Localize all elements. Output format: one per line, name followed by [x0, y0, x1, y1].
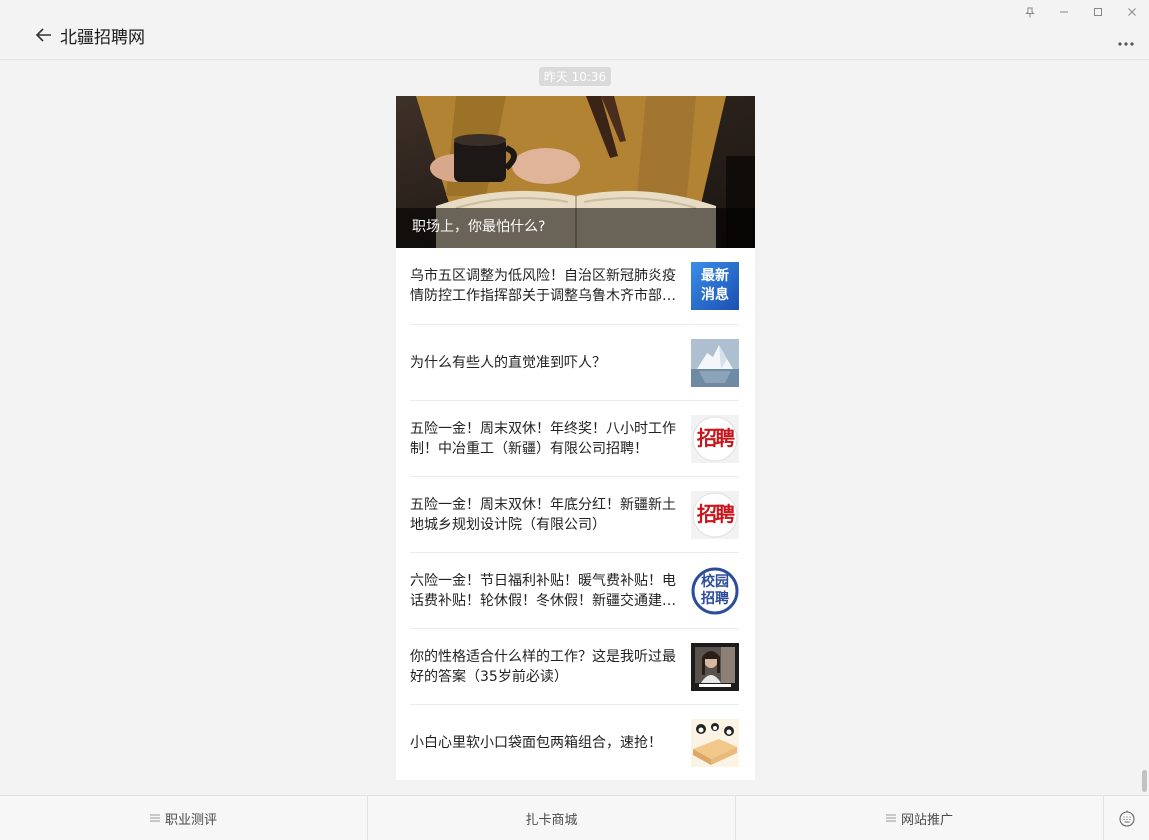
chat-header: 北疆招聘网: [0, 0, 1149, 60]
recruit-seal-thumbnail: 招聘: [691, 491, 739, 539]
badge-text: 最新消息: [701, 268, 729, 303]
more-options-icon[interactable]: [1117, 32, 1135, 52]
keyboard-icon: [1118, 810, 1135, 827]
message-timestamp: 昨天 10:36: [539, 67, 611, 86]
article-title: 乌市五区调整为低风险！自治区新冠肺炎疫情防控工作指挥部关于调整乌鲁木齐市部分区域…: [410, 268, 676, 304]
article-title: 为什么有些人的直觉准到吓人？: [410, 354, 606, 371]
hero-article[interactable]: 职场上，你最怕什么?: [396, 96, 755, 248]
list-item[interactable]: 小白心里软小口袋面包两箱组合，速抢！: [410, 705, 739, 781]
list-item[interactable]: 五险一金！周末双休！年底分红！新疆新土地城乡规划设计院（有限公司） 招聘: [410, 477, 739, 553]
keyboard-toggle[interactable]: [1104, 796, 1149, 840]
article-card: 职场上，你最怕什么? 乌市五区调整为低风险！自治区新冠肺炎疫情防控工作指挥部关于…: [396, 96, 755, 780]
iceberg-thumbnail: [691, 339, 739, 387]
campus-recruit-thumbnail: 校园招聘: [691, 567, 739, 615]
badge-text: 校园招聘: [701, 574, 729, 607]
list-item[interactable]: 六险一金！节日福利补贴！暖气费补贴！电话费补贴！轮休假！冬休假！新疆交通建设集团…: [410, 553, 739, 629]
recruit-seal-thumbnail: 招聘: [691, 415, 739, 463]
page-title: 北疆招聘网: [60, 28, 145, 48]
menu-lines-icon: [885, 814, 896, 822]
article-title: 你的性格适合什么样的工作？这是我听过最好的答案（35岁前必读）: [410, 648, 676, 685]
list-item[interactable]: 五险一金！周末双休！年终奖！八小时工作制！中冶重工（新疆）有限公司招聘！ 招聘: [410, 401, 739, 477]
seal-text: 招聘: [697, 426, 735, 450]
list-item[interactable]: 乌市五区调整为低风险！自治区新冠肺炎疫情防控工作指挥部关于调整乌鲁木齐市部分区域…: [410, 248, 739, 325]
menu-shop[interactable]: 扎卡商城: [368, 796, 736, 840]
bread-product-thumbnail: [691, 719, 739, 767]
scrollbar-thumb[interactable]: [1142, 770, 1147, 792]
list-item[interactable]: 为什么有些人的直觉准到吓人？: [410, 325, 739, 401]
menu-label: 扎卡商城: [525, 812, 578, 828]
article-list: 乌市五区调整为低风险！自治区新冠肺炎疫情防控工作指挥部关于调整乌鲁木齐市部分区域…: [396, 248, 755, 781]
article-title: 五险一金！周末双休！年底分红！新疆新土地城乡规划设计院（有限公司）: [410, 496, 676, 533]
menu-career-assessment[interactable]: 职业测评: [0, 796, 368, 840]
news-badge-thumbnail: 最新消息: [691, 262, 739, 310]
bottom-menu-bar: 职业测评 扎卡商城 网站推广: [0, 795, 1149, 840]
hero-caption: 职场上，你最怕什么?: [412, 219, 546, 235]
article-title: 五险一金！周末双休！年终奖！八小时工作制！中冶重工（新疆）有限公司招聘！: [410, 420, 676, 457]
list-item[interactable]: 你的性格适合什么样的工作？这是我听过最好的答案（35岁前必读）: [410, 629, 739, 705]
menu-label: 网站推广: [900, 812, 953, 828]
menu-site-promotion[interactable]: 网站推广: [736, 796, 1104, 840]
article-title: 小白心里软小口袋面包两箱组合，速抢！: [410, 735, 662, 751]
menu-lines-icon: [149, 814, 160, 822]
video-thumbnail: [691, 643, 739, 691]
menu-label: 职业测评: [164, 812, 217, 828]
back-arrow-icon[interactable]: [34, 25, 54, 45]
article-title: 六险一金！节日福利补贴！暖气费补贴！电话费补贴！轮休假！冬休假！新疆交通建设集团…: [410, 572, 676, 609]
seal-text: 招聘: [697, 502, 735, 526]
